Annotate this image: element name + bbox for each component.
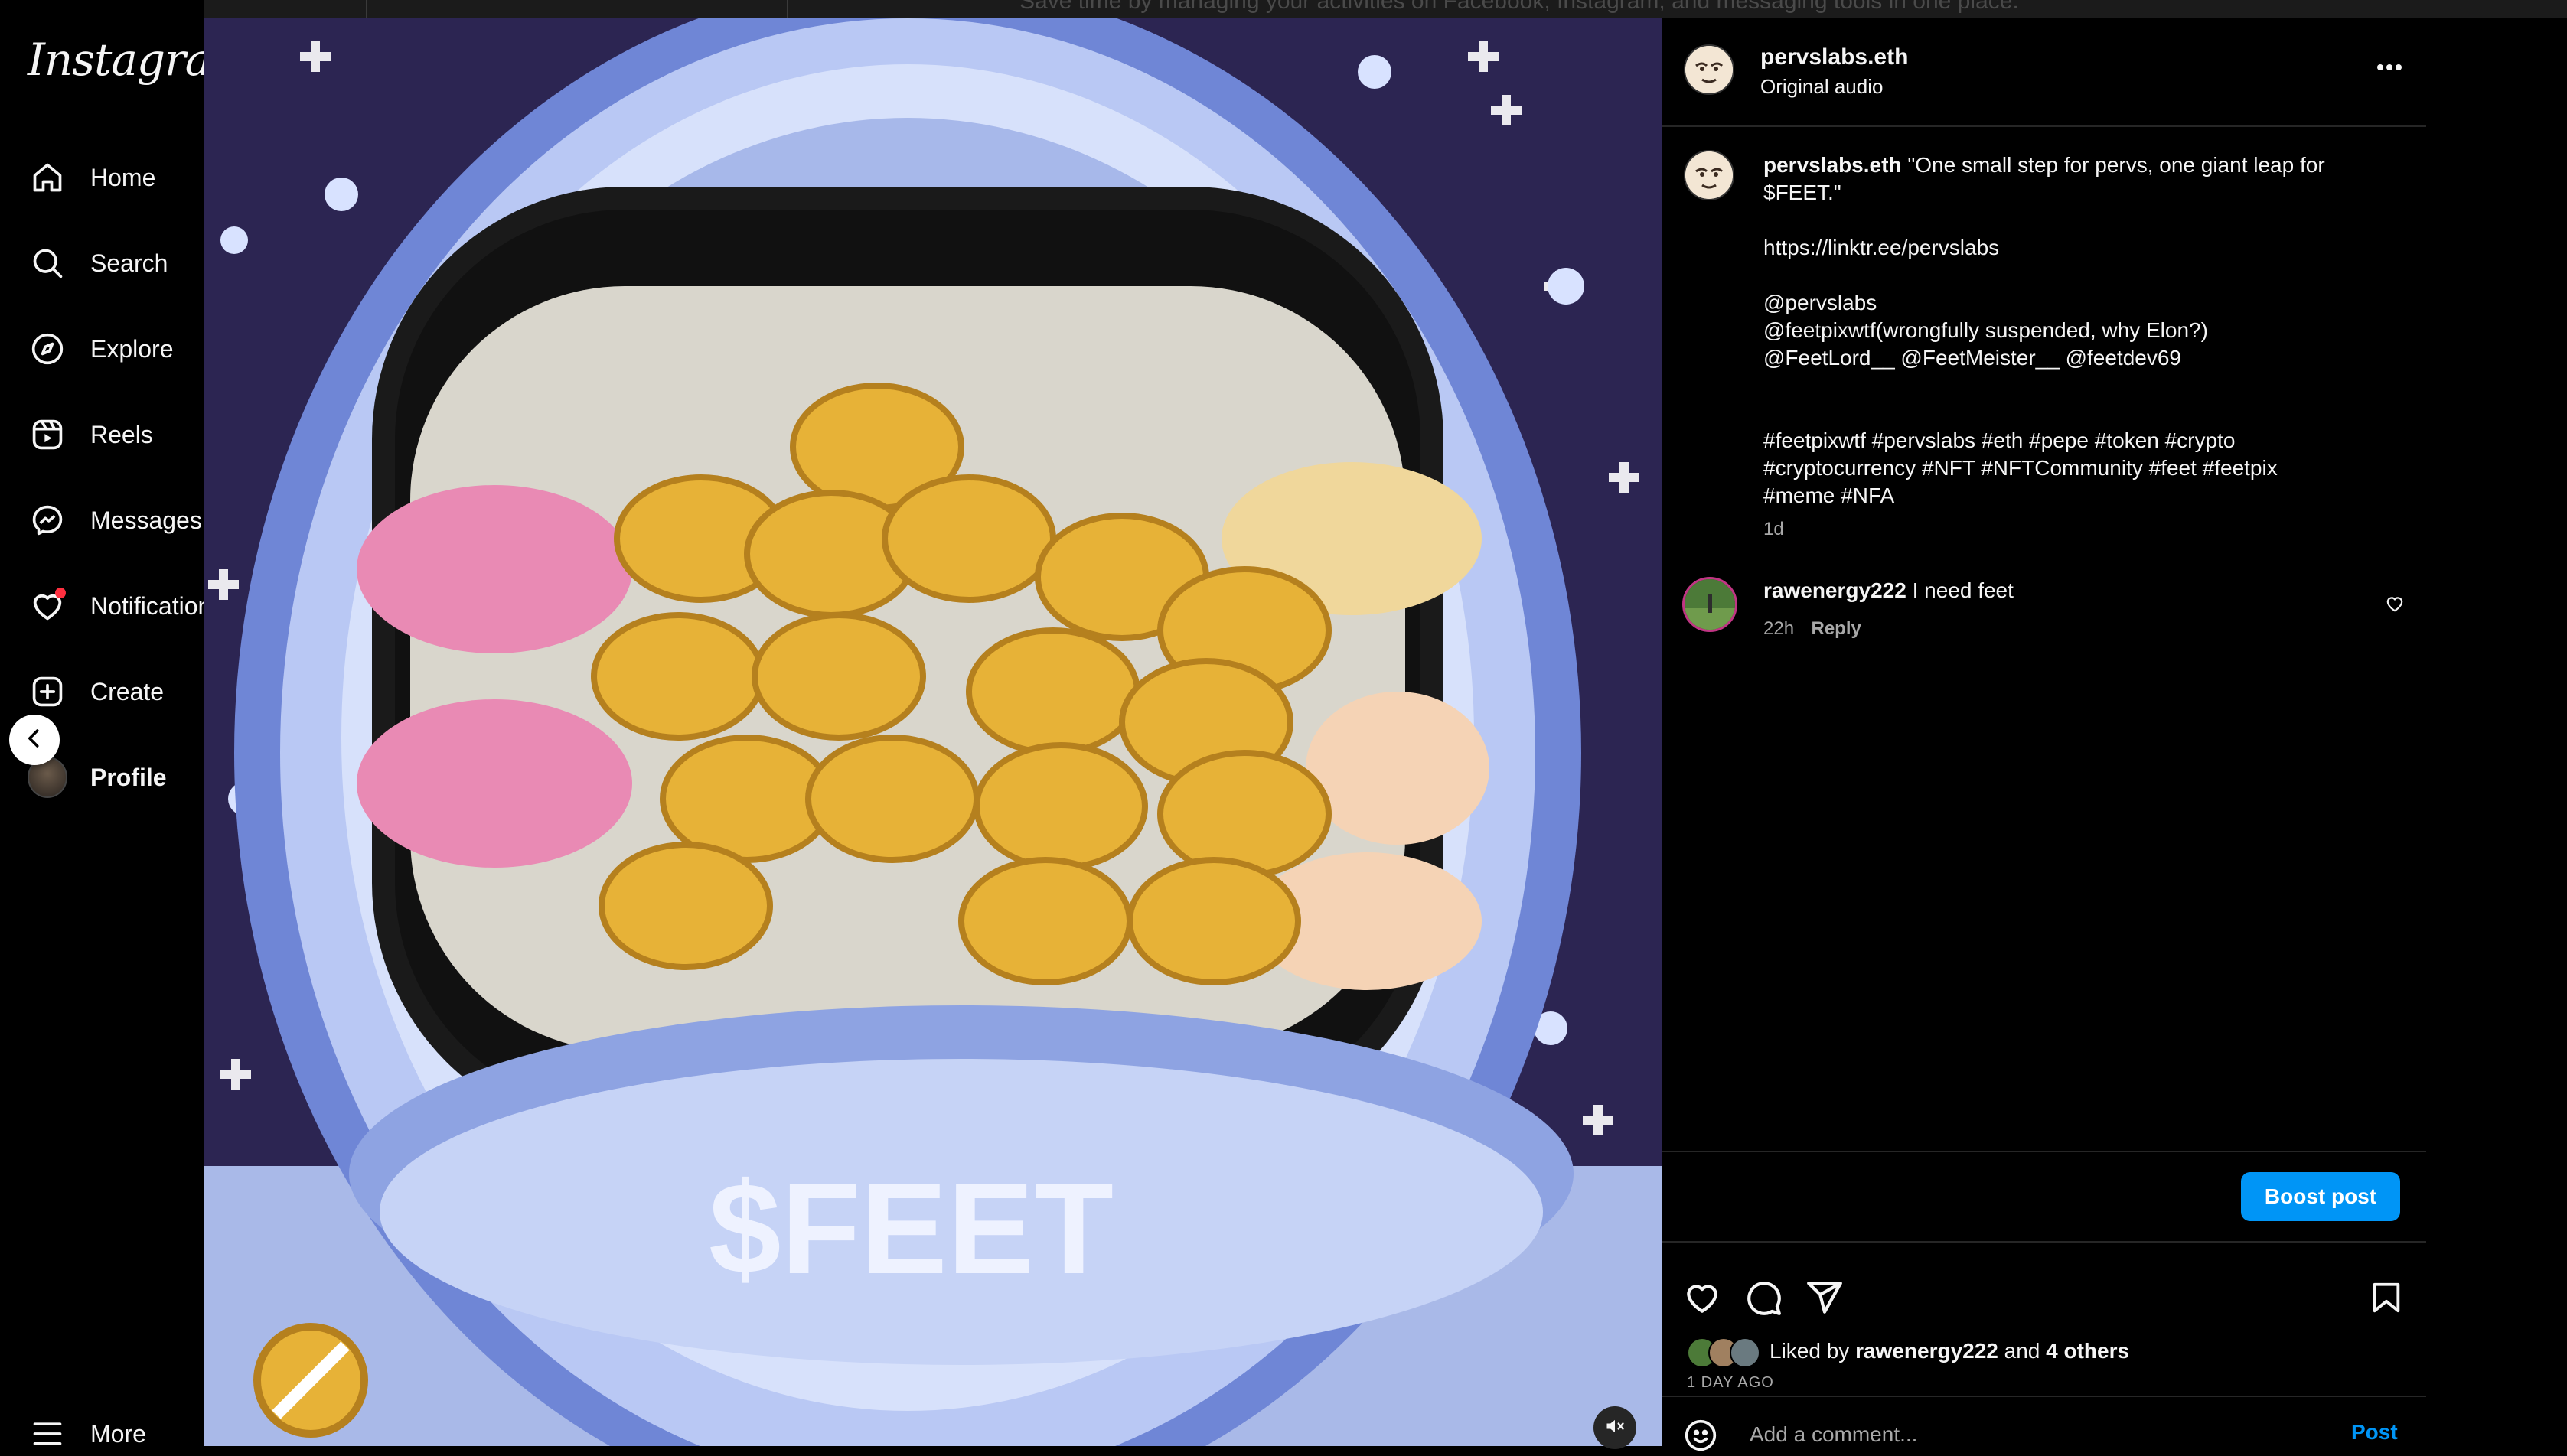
previous-post-button[interactable]: [9, 715, 60, 765]
avatar[interactable]: [1684, 150, 1734, 200]
caption-link[interactable]: https://linktr.ee/pervslabs: [1763, 234, 2391, 262]
reply-button[interactable]: Reply: [1812, 618, 1861, 639]
search-icon: [28, 243, 67, 283]
emoji-icon[interactable]: [1684, 1419, 1717, 1456]
post-caption: pervslabs.eth "One small step for pervs,…: [1763, 151, 2391, 543]
post-actions: [1662, 1243, 2426, 1334]
caption-hashtags[interactable]: #feetpixwtf #pervslabs #eth #pepe #token…: [1763, 427, 2391, 454]
bookmark-icon[interactable]: [2365, 1276, 2408, 1319]
volume-muted-icon: [1604, 1415, 1626, 1441]
post-author-username[interactable]: pervslabs.eth: [1760, 44, 1908, 70]
liker-avatars[interactable]: [1687, 1336, 1763, 1368]
sidebar-item-home[interactable]: Home: [28, 150, 155, 205]
menu-icon: [28, 1414, 67, 1446]
sidebar-item-label: More: [90, 1419, 146, 1447]
share-icon[interactable]: [1803, 1276, 1846, 1319]
liked-by-and: and: [2004, 1339, 2040, 1363]
heart-icon: [28, 586, 67, 626]
post-comment-button[interactable]: Post: [2351, 1420, 2398, 1445]
astronaut-illustration: $FEET: [204, 18, 1662, 1446]
divider: [366, 0, 367, 18]
instagram-logo[interactable]: Instagram: [28, 34, 204, 86]
media-overlay-text: $FEET: [709, 1156, 1114, 1301]
home-icon: [28, 158, 67, 197]
comment-meta: 22h Reply: [1763, 618, 1861, 640]
sidebar-item-label: Home: [90, 163, 156, 191]
comment-timestamp: 22h: [1763, 618, 1795, 639]
sidebar-item-search[interactable]: Search: [28, 236, 168, 291]
sidebar-item-label: Create: [90, 677, 165, 705]
post-details-panel: pervslabs.eth Original audio pervslabs.e…: [1662, 18, 2426, 1452]
comment-input[interactable]: [1748, 1417, 2287, 1452]
notification-dot: [55, 588, 66, 598]
sidebar-item-label: Explore: [90, 334, 174, 363]
comment-text: I need feet: [1912, 578, 2014, 602]
sidebar-item-label: Messages: [90, 506, 202, 534]
sidebar-item-create[interactable]: Create: [28, 664, 164, 719]
boost-section: Boost post: [1662, 1151, 2426, 1243]
post-timestamp: 1 DAY AGO: [1687, 1374, 1774, 1391]
liked-by-username[interactable]: rawenergy222: [1855, 1339, 1998, 1363]
caption-username[interactable]: pervslabs.eth: [1763, 153, 1902, 177]
audio-label[interactable]: Original audio: [1760, 75, 1883, 99]
ellipsis-icon: [2376, 61, 2402, 75]
sidebar-item-explore[interactable]: Explore: [28, 321, 174, 376]
liked-by-prefix: Liked by: [1770, 1339, 1850, 1363]
comment-composer: Post: [1662, 1396, 2426, 1452]
caption-text: $FEET.": [1763, 181, 1841, 204]
messenger-icon: [28, 500, 67, 540]
sidebar-item-messages[interactable]: Messages: [28, 493, 202, 548]
sidebar-item-reels[interactable]: Reels: [28, 407, 153, 462]
like-comment-icon[interactable]: [2385, 594, 2405, 617]
caption-mention[interactable]: @pervslabs: [1763, 289, 2391, 317]
post-header: pervslabs.eth Original audio: [1662, 18, 2426, 127]
avatar[interactable]: [1682, 577, 1737, 632]
comment: rawenergy222 I need feet: [1763, 578, 2014, 603]
sidebar-item-label: Search: [90, 249, 168, 277]
avatar[interactable]: [1684, 44, 1734, 95]
caption-timestamp: 1d: [1763, 519, 1784, 539]
reels-icon: [28, 415, 67, 454]
caption-hashtags[interactable]: #meme #NFA: [1763, 482, 2391, 510]
boost-post-button[interactable]: Boost post: [2241, 1172, 2400, 1221]
post-media[interactable]: $FEET: [204, 18, 1662, 1446]
divider: [787, 0, 788, 18]
caption-mention[interactable]: @FeetLord__ @FeetMeister__ @feetdev69: [1763, 344, 2391, 372]
sidebar-item-label: Profile: [90, 763, 167, 791]
caption-text: "One small step for pervs, one giant lea…: [1907, 153, 2325, 177]
sidebar-item-more[interactable]: More: [28, 1406, 146, 1446]
top-banner-text: Save time by managing your activities on…: [1019, 0, 2019, 14]
comment-icon[interactable]: [1742, 1276, 1785, 1319]
chevron-left-icon: [23, 727, 46, 754]
liked-by-others[interactable]: 4 others: [2046, 1339, 2129, 1363]
sidebar-item-label: Reels: [90, 420, 153, 448]
caption-mention[interactable]: @feetpixwtf(wrongfully suspended, why El…: [1763, 317, 2391, 344]
mute-toggle-button[interactable]: [1593, 1406, 1636, 1449]
top-banner: Save time by managing your activities on…: [0, 0, 2567, 18]
more-options-button[interactable]: [2366, 49, 2412, 87]
comment-username[interactable]: rawenergy222: [1763, 578, 1906, 602]
caption-hashtags[interactable]: #cryptocurrency #NFT #NFTCommunity #feet…: [1763, 454, 2391, 482]
like-icon[interactable]: [1681, 1276, 1724, 1319]
compass-icon: [28, 329, 67, 369]
sidebar-item-label: Notifications: [90, 591, 204, 620]
liked-by-summary: Liked by rawenergy222 and 4 others: [1687, 1336, 2129, 1368]
plus-square-icon: [28, 672, 67, 712]
sidebar-item-notifications[interactable]: Notifications: [28, 578, 204, 634]
